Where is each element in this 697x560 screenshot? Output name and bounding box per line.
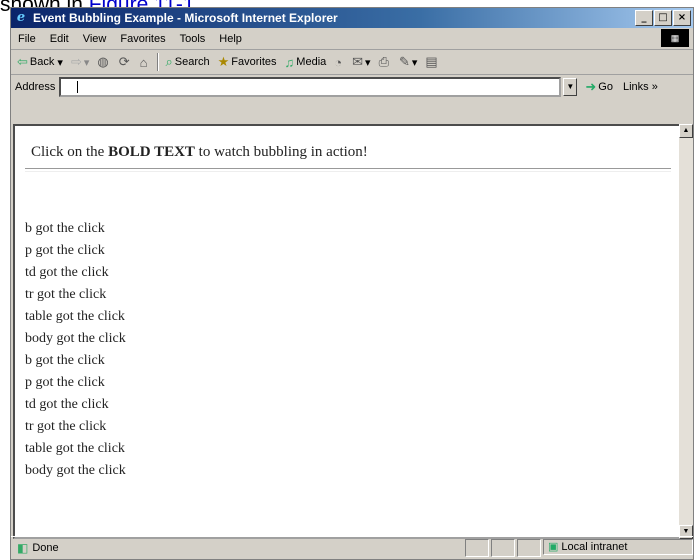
- intro-prefix: Click on the: [31, 144, 109, 160]
- forward-button[interactable]: ⇨ ▾: [67, 54, 93, 70]
- refresh-icon: ⟳: [118, 54, 130, 69]
- history-icon: ◔: [334, 54, 343, 70]
- refresh-button[interactable]: ⟳: [115, 54, 136, 70]
- back-label: Back: [29, 56, 55, 68]
- menu-bar: File Edit View Favorites Tools Help ▦: [11, 28, 693, 50]
- horizontal-rule: [25, 168, 671, 172]
- home-button[interactable]: ⌂: [136, 55, 154, 70]
- log-line: b got the click: [25, 353, 105, 368]
- search-button[interactable]: ⌕ Search: [162, 54, 214, 70]
- media-label: Media: [296, 56, 327, 68]
- status-pane: [491, 539, 515, 557]
- mail-icon: ✉: [352, 54, 364, 69]
- edit-button[interactable]: ✎ ▾: [395, 54, 421, 70]
- forward-arrow-icon: ⇨: [70, 54, 82, 69]
- log-line: body got the click: [25, 463, 126, 478]
- history-button[interactable]: ◔: [330, 55, 348, 70]
- search-icon: ⌕: [165, 54, 173, 69]
- menu-help[interactable]: Help: [212, 33, 249, 45]
- mail-button[interactable]: ✉ ▾: [348, 54, 374, 70]
- edit-icon: ✎: [398, 54, 410, 69]
- address-input[interactable]: [59, 77, 562, 97]
- page-content: Click on the BOLD TEXT to watch bubbling…: [13, 124, 685, 539]
- log-line: p got the click: [25, 375, 105, 390]
- status-bar: ◧ Done ▣ Local intranet: [11, 536, 693, 559]
- log-line: body got the click: [25, 331, 126, 346]
- standard-toolbar: ⇦ Back ▾ ⇨ ▾ ◍ ⟳ ⌂ ⌕ Search ★ Favorites ♫ Med…: [11, 50, 693, 75]
- media-button[interactable]: ♫ Media: [281, 55, 331, 70]
- intro-text: Click on the BOLD TEXT to watch bubbling…: [31, 144, 368, 161]
- menu-edit[interactable]: Edit: [43, 33, 76, 45]
- status-pane: [517, 539, 541, 557]
- favorites-button[interactable]: ★ Favorites: [214, 54, 281, 70]
- go-label: Go: [598, 81, 613, 93]
- browser-window: e Event Bubbling Example - Microsoft Int…: [10, 7, 694, 560]
- intranet-icon: ▣: [548, 541, 559, 553]
- discuss-icon: ▤: [425, 54, 438, 69]
- favorites-label: Favorites: [231, 56, 277, 68]
- title-bar: e Event Bubbling Example - Microsoft Int…: [11, 8, 693, 28]
- window-title: Event Bubbling Example - Microsoft Inter…: [33, 11, 338, 25]
- menu-view[interactable]: View: [76, 33, 114, 45]
- window-controls: _ □ ×: [635, 10, 693, 26]
- stop-button[interactable]: ◍: [93, 54, 114, 70]
- log-line: table got the click: [25, 309, 125, 324]
- status-panes: ▣ Local intranet: [463, 539, 693, 557]
- menu-favorites[interactable]: Favorites: [113, 33, 172, 45]
- log-line: table got the click: [25, 441, 125, 456]
- print-button[interactable]: ⎙: [375, 54, 395, 70]
- minimize-button[interactable]: _: [635, 10, 653, 26]
- go-arrow-icon: ➜: [585, 79, 597, 94]
- address-dropdown-button[interactable]: ▼: [563, 78, 578, 96]
- address-bar: Address ▼ ➜ Go Links »: [11, 75, 693, 99]
- go-button[interactable]: ➜ Go: [585, 79, 613, 95]
- menu-file[interactable]: File: [11, 33, 43, 45]
- windows-logo-icon: ▦: [661, 29, 689, 47]
- home-icon: ⌂: [139, 54, 148, 70]
- intro-suffix: to watch bubbling in action!: [194, 144, 368, 160]
- back-arrow-icon: ⇦: [17, 54, 28, 69]
- bold-text[interactable]: BOLD TEXT: [108, 144, 195, 160]
- status-message: ◧ Done: [17, 541, 59, 555]
- back-button[interactable]: ⇦ Back ▾: [13, 54, 67, 70]
- favorites-icon: ★: [217, 54, 230, 69]
- ie-logo-icon: e: [16, 10, 26, 25]
- close-button[interactable]: ×: [673, 10, 691, 26]
- log-line: tr got the click: [25, 419, 107, 434]
- log-line: b got the click: [25, 221, 105, 236]
- log-line: tr got the click: [25, 287, 107, 302]
- page-done-icon: ◧: [17, 541, 29, 555]
- toolbar-separator: [156, 53, 159, 71]
- status-pane: [465, 539, 489, 557]
- event-log: b got the click p got the click td got t…: [25, 218, 126, 482]
- address-label: Address: [15, 81, 56, 93]
- zone-label: Local intranet: [561, 541, 628, 553]
- scroll-up-icon[interactable]: ▲: [679, 124, 693, 138]
- search-label: Search: [174, 56, 210, 68]
- status-label: Done: [32, 542, 59, 554]
- print-icon: ⎙: [378, 54, 389, 69]
- stop-icon: ◍: [97, 54, 109, 69]
- log-line: td got the click: [25, 265, 109, 280]
- log-line: td got the click: [25, 397, 109, 412]
- media-icon: ♫: [284, 54, 295, 70]
- maximize-button[interactable]: □: [654, 10, 672, 26]
- log-line: p got the click: [25, 243, 105, 258]
- vertical-scrollbar[interactable]: ▲ ▼: [679, 124, 693, 539]
- discuss-button[interactable]: ▤: [421, 54, 443, 70]
- security-zone: ▣ Local intranet: [543, 539, 693, 555]
- links-button[interactable]: Links »: [623, 81, 658, 93]
- menu-tools[interactable]: Tools: [173, 33, 213, 45]
